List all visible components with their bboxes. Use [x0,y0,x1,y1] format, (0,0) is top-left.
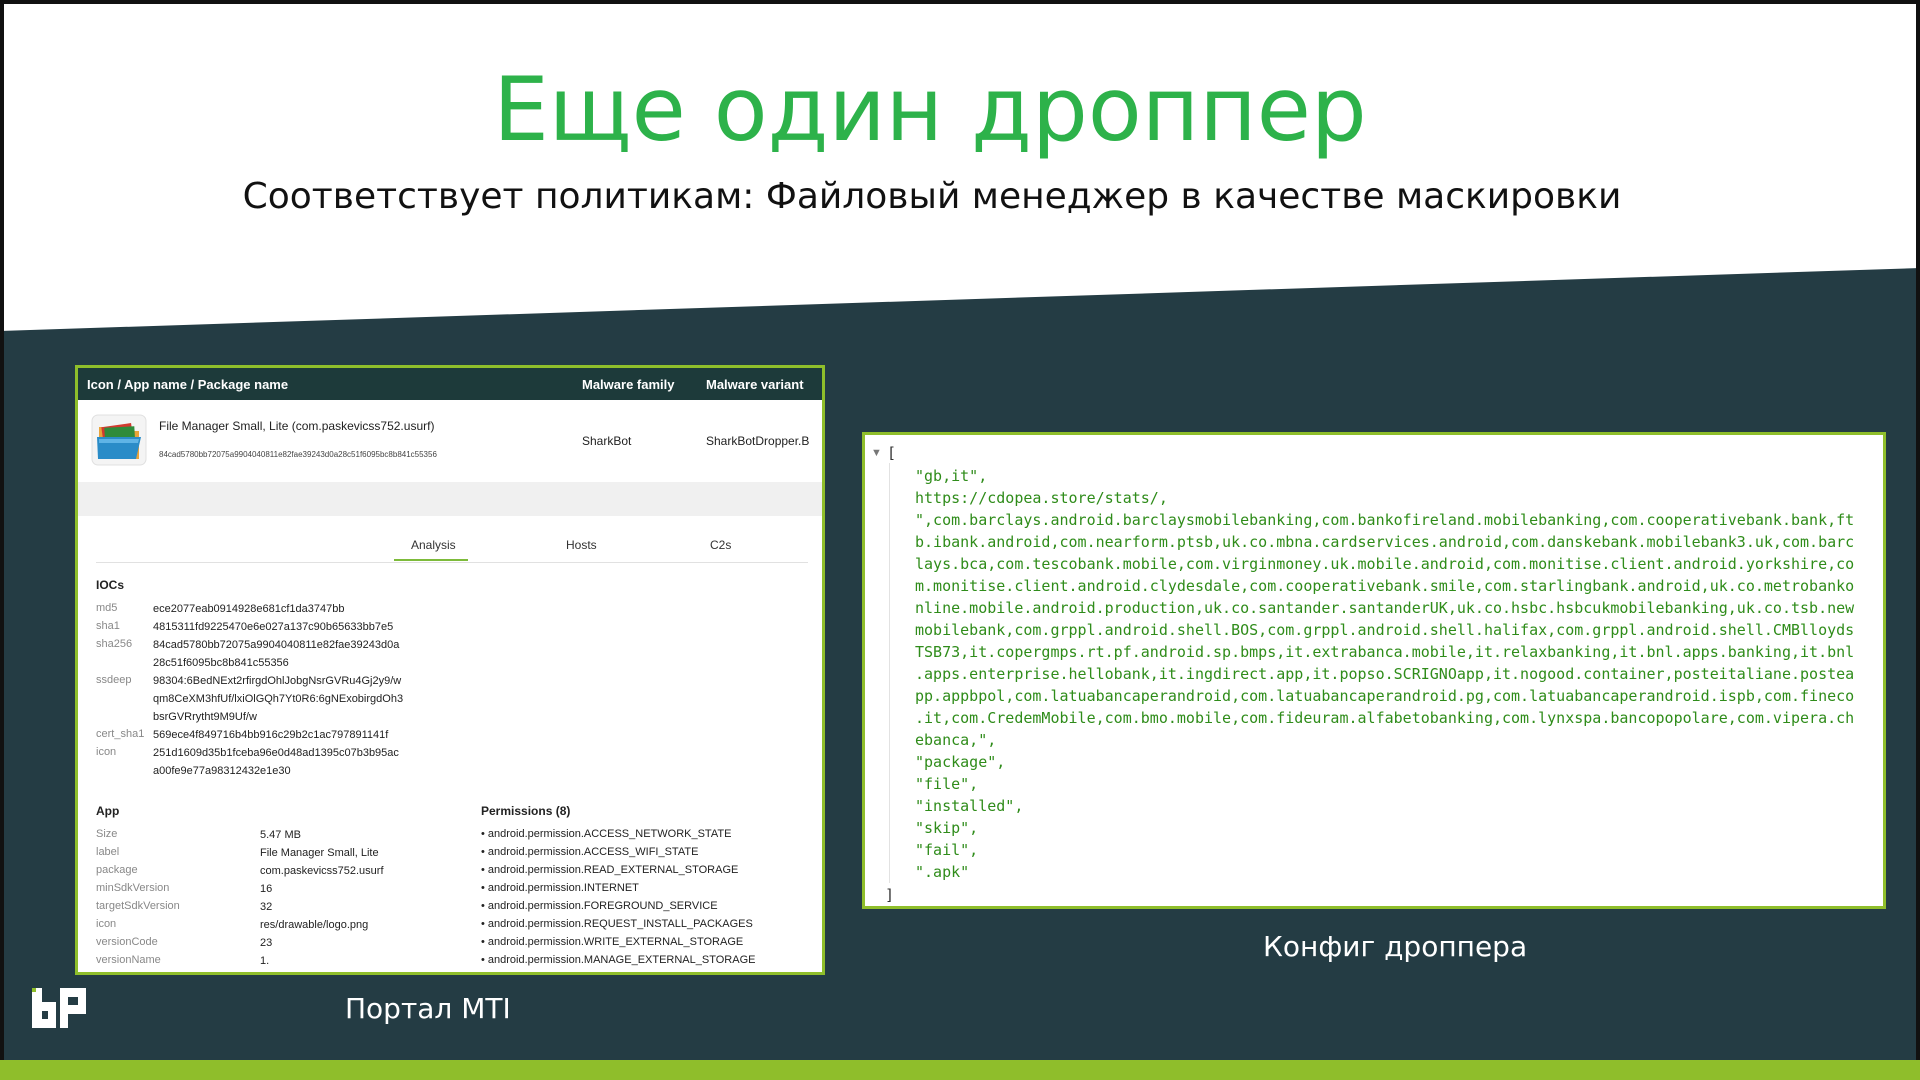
config-line: ebanca,", [915,731,997,749]
app-info-value: com.paskevicss752.usurf [260,865,384,877]
ioc-key: ssdeep [96,674,132,686]
tab-analysis[interactable]: Analysis [411,538,456,552]
ioc-value: 84cad5780bb72075a9904040811e82fae39243d0… [153,639,400,651]
permission-item: • android.permission.FOREGROUND_SERVICE [481,900,718,912]
app-info-key: versionName [96,954,161,966]
ioc-value: 28c51f6095bc8b841c55356 [153,657,289,669]
ioc-value: a00fe9e77a98312432e1e30 [153,765,291,777]
config-line: "file", [915,775,979,793]
table-row[interactable]: File Manager Small, Lite (com.paskevicss… [78,400,822,482]
malware-variant: SharkBotDropper.B [706,434,810,448]
app-section-title: App [96,804,120,818]
config-line: .it,com.CredemMobile,com.bmo.mobile,com.… [915,709,1855,727]
permission-item: • android.permission.INTERNET [481,882,639,894]
config-line: "installed", [915,797,1024,815]
config-line: m.monitise.client.android.clydesdale,com… [915,577,1855,595]
ioc-key: cert_sha1 [96,728,145,740]
ioc-key: icon [96,746,117,758]
app-name[interactable]: File Manager Small, Lite (com.paskevicss… [159,419,434,433]
tab-bar: Analysis Hosts C2s [96,532,808,563]
bottom-accent-bar [0,1060,1920,1080]
dropper-config-viewer: ▼ [ "gb,it", https://cdopea.store/stats/,… [862,432,1886,909]
config-line: TSB73,it.copergmps.rt.pf.android.sp.bmps… [915,643,1855,661]
config-line: nline.mobile.android.production,uk.co.sa… [915,599,1855,617]
caption-dropper-config: Конфиг дроппера [1263,930,1528,963]
permission-item: • android.permission.REQUEST_INSTALL_PAC… [481,918,753,930]
tab-hosts[interactable]: Hosts [566,538,597,552]
slide-subtitle: Соответствует политикам: Файловый менедж… [242,176,1622,217]
frame-border-left [0,0,4,1080]
app-info-value: res/drawable/logo.png [260,919,369,931]
indent-guide [889,463,890,883]
permission-item: • android.permission.READ_EXTERNAL_STORA… [481,864,739,876]
app-info-key: targetSdkVersion [96,900,180,912]
app-info-value: 23 [260,937,273,949]
config-line: "package", [915,753,1006,771]
brand-logo-icon [32,988,86,1028]
permissions-title: Permissions (8) [481,804,571,818]
app-info-key: label [96,846,120,858]
folder-icon [91,414,147,466]
mti-portal-panel: Icon / App name / Package name Malware f… [75,365,825,975]
ioc-value: qm8CeXM3hfUf/lxiOlGQh7Yt0R6:6gNExobirgdO… [153,693,404,705]
app-info-value: File Manager Small, Lite [260,847,379,859]
json-close-bracket: ] [885,886,895,904]
ioc-value: ece2077eab0914928e681cf1da3747bb [153,603,345,615]
app-info-key: Size [96,828,118,840]
app-info-key: icon [96,918,117,930]
ioc-key: sha1 [96,620,120,632]
config-line: pp.appbpol,com.latuabancaperandroid,com.… [915,687,1855,705]
app-info-value: 1. [260,955,270,967]
caption-mti-portal: Портал MTI [345,992,511,1025]
mti-table-header: Icon / App name / Package name Malware f… [78,368,822,400]
permission-item: • android.permission.ACCESS_WIFI_STATE [481,846,699,858]
permission-item: • android.permission.MANAGE_EXTERNAL_STO… [481,954,756,966]
header-family: Malware family [582,377,675,392]
app-hash: 84cad5780bb72075a9904040811e82fae39243d0… [159,450,437,459]
ioc-value: 569ece4f849716b4bb916c29b2c1ac797891141f [153,729,389,741]
json-open-bracket: [ [887,444,897,462]
config-line: "gb,it", [915,467,988,485]
app-info-key: versionCode [96,936,158,948]
frame-border-right [1916,0,1920,1080]
config-line: lays.bca,com.tescobank.mobile,com.virgin… [915,555,1855,573]
app-info-key: package [96,864,138,876]
frame-border-top [0,0,1920,4]
config-line: b.ibank.android,com.nearform.ptsb,uk.co.… [915,533,1855,551]
permission-item: • android.permission.WRITE_EXTERNAL_STOR… [481,936,744,948]
config-line: "fail", [915,841,979,859]
permission-item: • android.permission.ACCESS_NETWORK_STAT… [481,828,732,840]
ioc-key: sha256 [96,638,133,650]
config-line: ",com.barclays.android.barclaysmobileban… [915,511,1855,529]
config-line: .apps.enterprise.hellobank,it.ingdirect.… [915,665,1855,683]
header-app: Icon / App name / Package name [87,377,289,392]
tab-c2s[interactable]: C2s [710,538,731,552]
slide: Еще один дроппер Соответствует политикам… [0,0,1920,1080]
app-info-value: 5.47 MB [260,829,301,841]
iocs-title: IOCs [96,578,125,592]
ioc-value: 4815311fd9225470e6e027a137c90b65633bb7e5 [153,621,394,633]
app-info-value: 32 [260,901,273,913]
config-line: mobilebank,com.grppl.android.shell.BOS,c… [915,621,1855,639]
ioc-value: 251d1609d35b1fceba96e0d48ad1395c07b3b95a… [153,747,399,759]
config-line: "skip", [915,819,979,837]
config-line: https://cdopea.store/stats/, [915,489,1168,507]
app-info-key: minSdkVersion [96,882,170,894]
header-variant: Malware variant [706,377,804,392]
slide-title: Еще один дроппер [493,58,1367,161]
ioc-value: 98304:6BedNExt2rfirgdOhlJobgNsrGVRu4Gj2y… [153,675,402,687]
config-lines: "gb,it", https://cdopea.store/stats/, ",co… [915,465,1865,883]
section-separator [78,482,822,516]
malware-family: SharkBot [582,434,632,448]
collapse-toggle-icon[interactable]: ▼ [871,447,882,459]
ioc-key: md5 [96,602,118,614]
active-tab-indicator [394,559,468,561]
ioc-value: bsrGVRrytht9M9Uf/w [153,711,257,723]
app-info-value: 16 [260,883,273,895]
config-line: ".apk" [915,863,970,881]
